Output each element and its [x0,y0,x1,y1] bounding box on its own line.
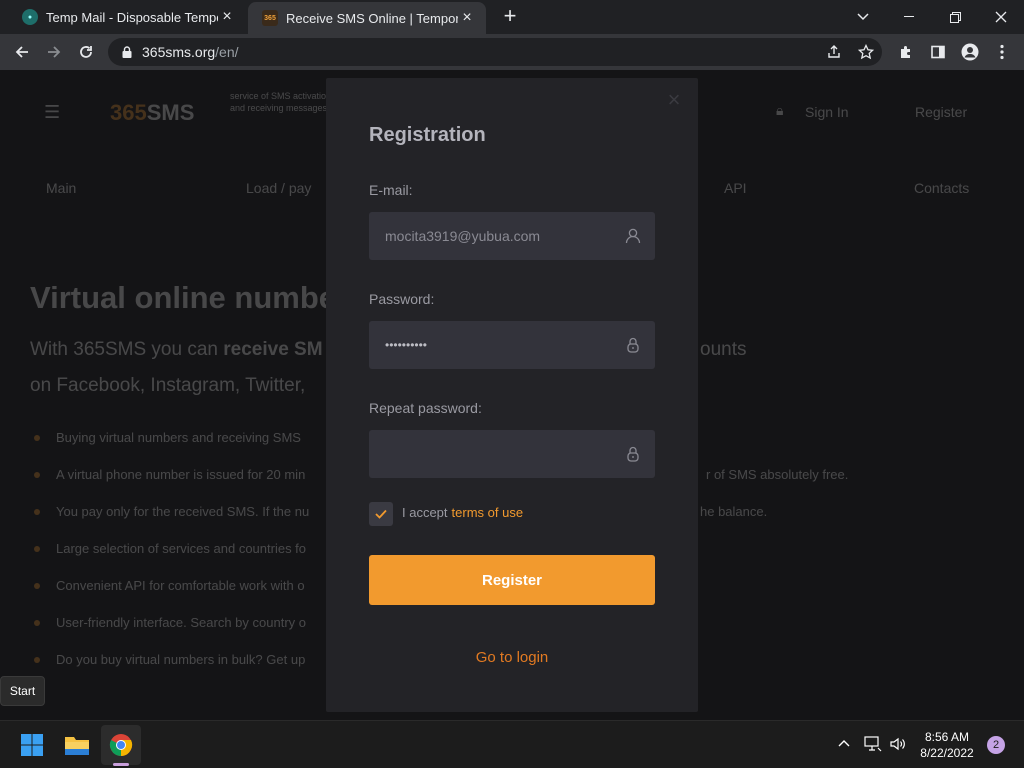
list-item: Do you buy virtual numbers in bulk? Get … [34,650,309,687]
go-to-login-link[interactable]: Go to login [326,649,698,666]
side-panel-icon[interactable] [928,42,948,62]
chrome-taskbar-button[interactable] [101,725,141,765]
sign-in-link[interactable]: Sign In [805,104,849,120]
hamburger-menu-icon[interactable]: ☰ [44,102,60,123]
repeat-password-label: Repeat password: [369,400,482,416]
email-field[interactable]: mocita3919@yubua.com [369,212,655,260]
tab-365sms[interactable]: 365 Receive SMS Online | Temporary × [248,2,486,34]
repeat-password-field[interactable] [369,430,655,478]
lock-icon [122,46,132,58]
list-item-tail: r of SMS absolutely free. [706,467,849,482]
list-item: A virtual phone number is issued for 20 … [34,465,309,502]
windows-taskbar: 8:56 AM 8/22/2022 2 [0,720,1024,768]
register-button[interactable]: Register [369,555,655,605]
list-item-tail: he balance. [700,504,768,519]
notification-badge[interactable]: 2 [987,736,1005,754]
clock-time: 8:56 AM [924,730,970,744]
url-text: 365sms.org/en/ [142,44,239,60]
address-bar[interactable]: 365sms.org/en/ [108,38,882,66]
browser-toolbar: 365sms.org/en/ [0,34,1024,70]
taskbar-clock[interactable]: 8:56 AM 8/22/2022 [912,729,982,761]
list-item: Large selection of services and countrie… [34,539,309,576]
checkmark-icon [375,509,387,519]
browser-tab-bar: ● Temp Mail - Disposable Tempora × 365 R… [0,0,1024,34]
tab-search-chevron-icon[interactable] [840,0,886,34]
list-item: User-friendly interface. Search by count… [34,613,309,650]
new-tab-button[interactable]: + [498,5,522,29]
register-link[interactable]: Register [915,104,967,120]
lock-icon: 🔒︎ [776,102,784,118]
list-item: Buying virtual numbers and receiving SMS [34,428,309,465]
nav-load-pay[interactable]: Load / pay [246,180,311,196]
bookmark-star-icon[interactable] [856,42,876,62]
forward-button[interactable] [42,40,66,64]
folder-icon [65,737,89,755]
network-icon[interactable] [864,736,882,755]
accept-terms-label: I accept terms of use [402,505,524,520]
tab-temp-mail[interactable]: ● Temp Mail - Disposable Tempora × [8,0,246,34]
share-icon[interactable] [824,42,844,62]
close-tab-icon[interactable]: × [218,8,236,26]
lock-icon [627,337,639,353]
extensions-puzzle-icon[interactable] [896,42,916,62]
lock-icon [627,446,639,462]
start-button[interactable] [12,725,52,765]
nav-api[interactable]: API [724,180,747,196]
tab-title: Temp Mail - Disposable Tempora [46,9,218,25]
nav-contacts[interactable]: Contacts [914,180,969,196]
restore-button[interactable] [932,0,978,34]
windows-logo-icon [21,734,43,756]
start-tooltip: Start [0,676,45,706]
password-label: Password: [369,291,435,307]
clock-date: 8/22/2022 [920,746,974,760]
site-slogan: service of SMS activations and receiving… [230,91,336,113]
close-window-button[interactable] [978,0,1024,34]
close-icon[interactable]: × [664,89,684,111]
list-item: Convenient API for comfortable work with… [34,576,309,613]
365sms-icon: 365 [262,10,278,26]
password-field[interactable]: •••••••••• [369,321,655,369]
email-value: mocita3919@yubua.com [385,228,541,244]
registration-modal: × Registration E-mail: mocita3919@yubua.… [326,78,698,712]
web-page: ☰ 365SMS service of SMS activations and … [0,70,1024,720]
menu-kebab-icon[interactable] [992,42,1012,62]
tab-title: Receive SMS Online | Temporary [286,10,458,26]
minimize-button[interactable] [886,0,932,34]
reload-button[interactable] [74,40,98,64]
password-value: •••••••••• [385,338,428,352]
close-tab-icon[interactable]: × [458,9,476,27]
tempmail-icon: ● [22,9,38,25]
volume-icon[interactable] [889,736,907,755]
file-explorer-button[interactable] [57,725,97,765]
page-headline: Virtual online numbe [30,280,337,315]
email-label: E-mail: [369,182,413,198]
accept-terms-checkbox[interactable] [369,502,393,526]
back-button[interactable] [10,40,34,64]
site-logo[interactable]: 365SMS [110,100,194,126]
active-app-indicator [113,763,129,766]
terms-of-use-link[interactable]: terms of use [452,505,524,520]
modal-title: Registration [369,124,486,146]
profile-avatar-icon[interactable] [960,42,980,62]
user-icon [625,228,641,244]
feature-list: Buying virtual numbers and receiving SMS… [34,428,309,687]
list-item: You pay only for the received SMS. If th… [34,502,309,539]
chrome-icon [109,734,133,756]
show-hidden-icons-chevron-icon[interactable] [838,735,850,750]
nav-main[interactable]: Main [46,180,76,196]
